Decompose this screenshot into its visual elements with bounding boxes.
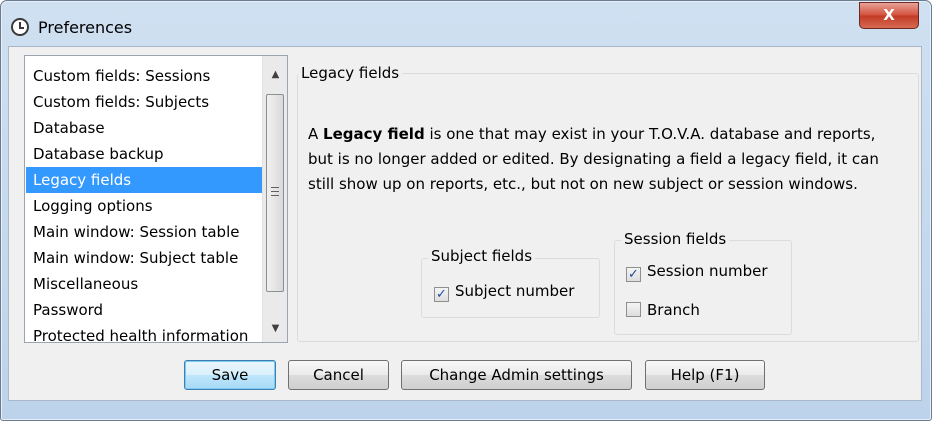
list-item-protected-health-information[interactable]: Protected health information xyxy=(26,323,264,342)
session-fields-group-title: Session fields xyxy=(621,230,730,248)
list-item-logging-options[interactable]: Logging options xyxy=(26,193,264,219)
description-suffix: is one that may exist in your T.O.V.A. d… xyxy=(424,125,876,143)
preferences-category-list[interactable]: Custom fields: Sessions Custom fields: S… xyxy=(24,55,288,343)
subject-fields-group-title: Subject fields xyxy=(428,247,536,265)
legacy-fields-group-title: Legacy fields xyxy=(298,64,403,82)
subject-number-label: Subject number xyxy=(455,282,575,300)
branch-checkbox-row[interactable]: Branch xyxy=(626,300,700,320)
save-button[interactable]: Save xyxy=(184,360,276,390)
session-number-checkbox-row[interactable]: ✓ Session number xyxy=(626,261,768,282)
session-number-label: Session number xyxy=(647,262,768,280)
session-number-checkbox[interactable]: ✓ xyxy=(626,267,641,282)
branch-label: Branch xyxy=(647,301,700,319)
subject-number-checkbox-row[interactable]: ✓ Subject number xyxy=(434,281,575,302)
description-line-1: A Legacy field is one that may exist in … xyxy=(308,122,918,147)
list-item-database[interactable]: Database xyxy=(26,115,264,141)
list-item-legacy-fields[interactable]: Legacy fields xyxy=(26,167,264,193)
scroll-down-arrow-icon[interactable]: ▼ xyxy=(263,320,287,338)
list-item-custom-fields-subjects[interactable]: Custom fields: Subjects xyxy=(26,89,264,115)
list-item-main-window-subject-table[interactable]: Main window: Subject table xyxy=(26,245,264,271)
list-item-custom-fields-sessions[interactable]: Custom fields: Sessions xyxy=(26,63,264,89)
description-prefix: A xyxy=(308,125,324,143)
grip-icon xyxy=(271,187,279,196)
list-item-database-backup[interactable]: Database backup xyxy=(26,141,264,167)
scrollbar-thumb[interactable] xyxy=(266,94,284,292)
app-clock-icon xyxy=(11,18,29,36)
help-button[interactable]: Help (F1) xyxy=(645,360,765,390)
close-button[interactable]: X xyxy=(859,2,919,29)
legacy-fields-group xyxy=(297,73,919,342)
cancel-button[interactable]: Cancel xyxy=(288,360,389,390)
branch-checkbox[interactable] xyxy=(626,302,641,317)
scroll-up-arrow-icon[interactable]: ▲ xyxy=(263,66,287,84)
description-line-3: still show up on reports, etc., but not … xyxy=(308,175,858,193)
list-item-miscellaneous[interactable]: Miscellaneous xyxy=(26,271,264,297)
change-admin-settings-button[interactable]: Change Admin settings xyxy=(401,360,632,390)
title-bar[interactable]: Preferences X xyxy=(1,1,931,47)
window-title: Preferences xyxy=(38,18,133,37)
legacy-description: A Legacy field is one that may exist in … xyxy=(308,122,918,197)
session-fields-group xyxy=(614,240,792,335)
description-line-2: but is no longer added or edited. By des… xyxy=(308,150,879,168)
description-bold-term: Legacy field xyxy=(323,125,425,143)
list-item-password[interactable]: Password xyxy=(26,297,264,323)
list-item-main-window-session-table[interactable]: Main window: Session table xyxy=(26,219,264,245)
subject-number-checkbox[interactable]: ✓ xyxy=(434,287,449,302)
list-scrollbar[interactable]: ▲ ▼ xyxy=(262,56,287,342)
